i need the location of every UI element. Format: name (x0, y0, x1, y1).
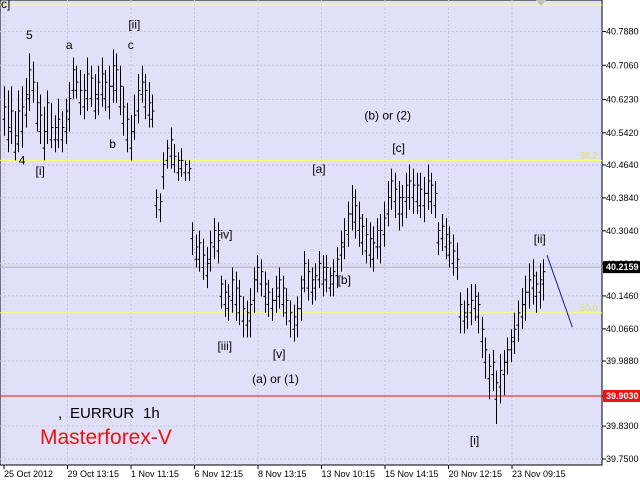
wave-label: [v] (273, 347, 286, 361)
current-price-flag: 40.2159 (606, 262, 639, 272)
wave-label: (a) or (1) (252, 372, 299, 386)
y-tick-label: 40.4640 (606, 160, 639, 170)
y-tick-label: 39.9880 (606, 356, 639, 366)
x-tick-label: 29 Oct 13:15 (68, 469, 120, 479)
x-tick-label: 20 Nov 12:15 (449, 469, 503, 479)
watermark-text: Masterforex-V (40, 426, 172, 449)
watermark-label: , (58, 405, 63, 422)
wave-label: c (128, 38, 134, 52)
x-tick-label: 6 Nov 12:15 (195, 469, 244, 479)
wave-label: 5 (26, 28, 33, 42)
level-label-fib: 50.0 (580, 303, 598, 313)
wave-label: 4 (19, 154, 26, 168)
x-tick-label: 25 Oct 2012 (4, 469, 53, 479)
level-label-fib: 38.2 (580, 150, 598, 160)
x-tick-label: 1 Nov 11:15 (131, 469, 179, 479)
wave-label: (b) or (2) (364, 108, 411, 122)
symbol-label: EURRUR (70, 405, 135, 422)
y-tick-label: 39.8300 (606, 421, 639, 431)
wave-label: [b] (338, 273, 351, 287)
x-tick-label: 8 Nov 13:15 (258, 469, 307, 479)
y-tick-label: 39.7500 (606, 454, 639, 464)
wave-label: [c] (0, 0, 10, 11)
wave-label: [ii] (128, 18, 140, 32)
y-tick-label: 40.0660 (606, 324, 639, 334)
wave-label: a (66, 38, 73, 52)
x-tick-label: 15 Nov 14:15 (385, 469, 439, 479)
wave-label: [i] (36, 164, 45, 178)
wave-label: [c] (392, 141, 405, 155)
wave-label: [i] (470, 434, 479, 448)
y-tick-label: 40.3040 (606, 226, 639, 236)
red-level-flag: 39.9030 (606, 391, 639, 401)
y-tick-label: 40.3840 (606, 193, 639, 203)
wave-label: [a] (312, 162, 325, 176)
y-tick-label: 40.7060 (606, 60, 639, 70)
y-axis: 40.7880 40.7060 40.6230 40.5420 40.4640 40.38… (602, 27, 640, 464)
y-tick-label: 40.5420 (606, 128, 639, 138)
y-tick-label: 40.7880 (606, 27, 639, 37)
x-tick-label: 23 Nov 09:15 (512, 469, 566, 479)
wave-label: b (109, 137, 116, 151)
timeframe-label: 1h (143, 405, 160, 422)
y-tick-label: 40.6230 (606, 94, 639, 104)
wave-label: [iii] (217, 339, 232, 353)
x-tick-label: 13 Nov 10:15 (322, 469, 376, 479)
y-tick-label: 40.1460 (606, 291, 639, 301)
x-axis: 25 Oct 2012 29 Oct 13:15 1 Nov 11:15 6 Nov … (3, 465, 566, 479)
wave-label: [ii] (534, 232, 546, 246)
wave-label: [iv] (217, 228, 232, 242)
